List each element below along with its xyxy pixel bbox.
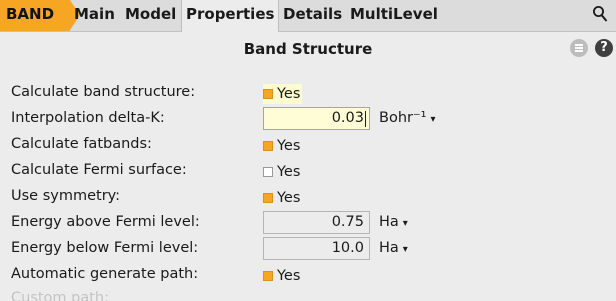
section-title: Band Structure [243,40,373,58]
automatic-generate-path-label: Automatic generate path: [11,266,199,282]
search-icon[interactable] [592,5,608,23]
app-badge-label: BAND [6,5,55,23]
row-interpolation-delta-k: Interpolation delta-K: 0.03 Bohr⁻¹ ▾ [0,107,616,131]
checkbox-label: Yes [277,268,301,284]
tab-multilevel[interactable]: MultiLevel [350,4,438,26]
row-use-symmetry: Use symmetry: Yes [0,185,616,209]
checkbox-label: Yes [277,190,301,206]
calculate-band-structure-label: Calculate band structure: [11,84,196,100]
checkbox-box[interactable] [263,167,273,177]
unit-label: Ha [379,240,399,256]
checkbox-label: Yes [277,86,301,102]
calculate-fatbands-label: Calculate fatbands: [11,136,152,152]
tab-details[interactable]: Details [283,4,342,26]
energy-above-fermi-input[interactable]: 0.75 [263,211,370,234]
menu-icon[interactable] [570,39,588,57]
calculate-fatbands-checkbox[interactable]: Yes [263,136,300,156]
calculate-band-structure-checkbox[interactable]: Yes [263,84,303,104]
chevron-down-icon: ▾ [402,218,408,229]
checkbox-label: Yes [277,164,301,180]
row-energy-above-fermi: Energy above Fermi level: 0.75 Ha ▾ [0,211,616,235]
tab-bar: BAND Main Model Properties Details Multi… [0,0,616,32]
tab-properties[interactable]: Properties [181,0,280,32]
calculate-fermi-surface-label: Calculate Fermi surface: [11,162,187,178]
interpolation-delta-k-input[interactable]: 0.03 [263,107,370,130]
interpolation-unit-dropdown[interactable]: Bohr⁻¹ ▾ [379,110,435,126]
use-symmetry-label: Use symmetry: [11,188,121,204]
tab-model[interactable]: Model [125,4,176,26]
row-calculate-fermi-surface: Calculate Fermi surface: Yes [0,159,616,183]
row-calculate-fatbands: Calculate fatbands: Yes [0,133,616,157]
help-icon[interactable]: ? [595,39,613,57]
checkbox-box[interactable] [263,141,273,151]
checkbox-box[interactable] [263,89,273,99]
row-calculate-band-structure: Calculate band structure: Yes [0,81,616,105]
energy-above-unit-dropdown[interactable]: Ha ▾ [379,214,408,230]
use-symmetry-checkbox[interactable]: Yes [263,188,300,208]
energy-below-fermi-label: Energy below Fermi level: [11,240,199,256]
checkbox-box[interactable] [263,271,273,281]
row-custom-path: Custom path: [0,287,616,301]
automatic-generate-path-checkbox[interactable]: Yes [263,266,300,286]
interpolation-delta-k-label: Interpolation delta-K: [11,110,165,126]
energy-above-fermi-label: Energy above Fermi level: [11,214,200,230]
custom-path-label: Custom path: [11,290,110,301]
unit-label: Bohr⁻¹ [379,110,427,126]
energy-below-unit-dropdown[interactable]: Ha ▾ [379,240,408,256]
energy-below-fermi-input[interactable]: 10.0 [263,237,370,260]
help-icon-glyph: ? [600,40,608,55]
tab-main[interactable]: Main [74,4,115,26]
checkbox-label: Yes [277,138,301,154]
checkbox-box[interactable] [263,193,273,203]
chevron-down-icon: ▾ [430,114,436,125]
row-energy-below-fermi: Energy below Fermi level: 10.0 Ha ▾ [0,237,616,261]
row-automatic-generate-path: Automatic generate path: Yes [0,263,616,287]
chevron-down-icon: ▾ [402,244,408,255]
calculate-fermi-surface-checkbox[interactable]: Yes [263,162,300,182]
unit-label: Ha [379,214,399,230]
app-badge[interactable]: BAND [0,0,80,31]
